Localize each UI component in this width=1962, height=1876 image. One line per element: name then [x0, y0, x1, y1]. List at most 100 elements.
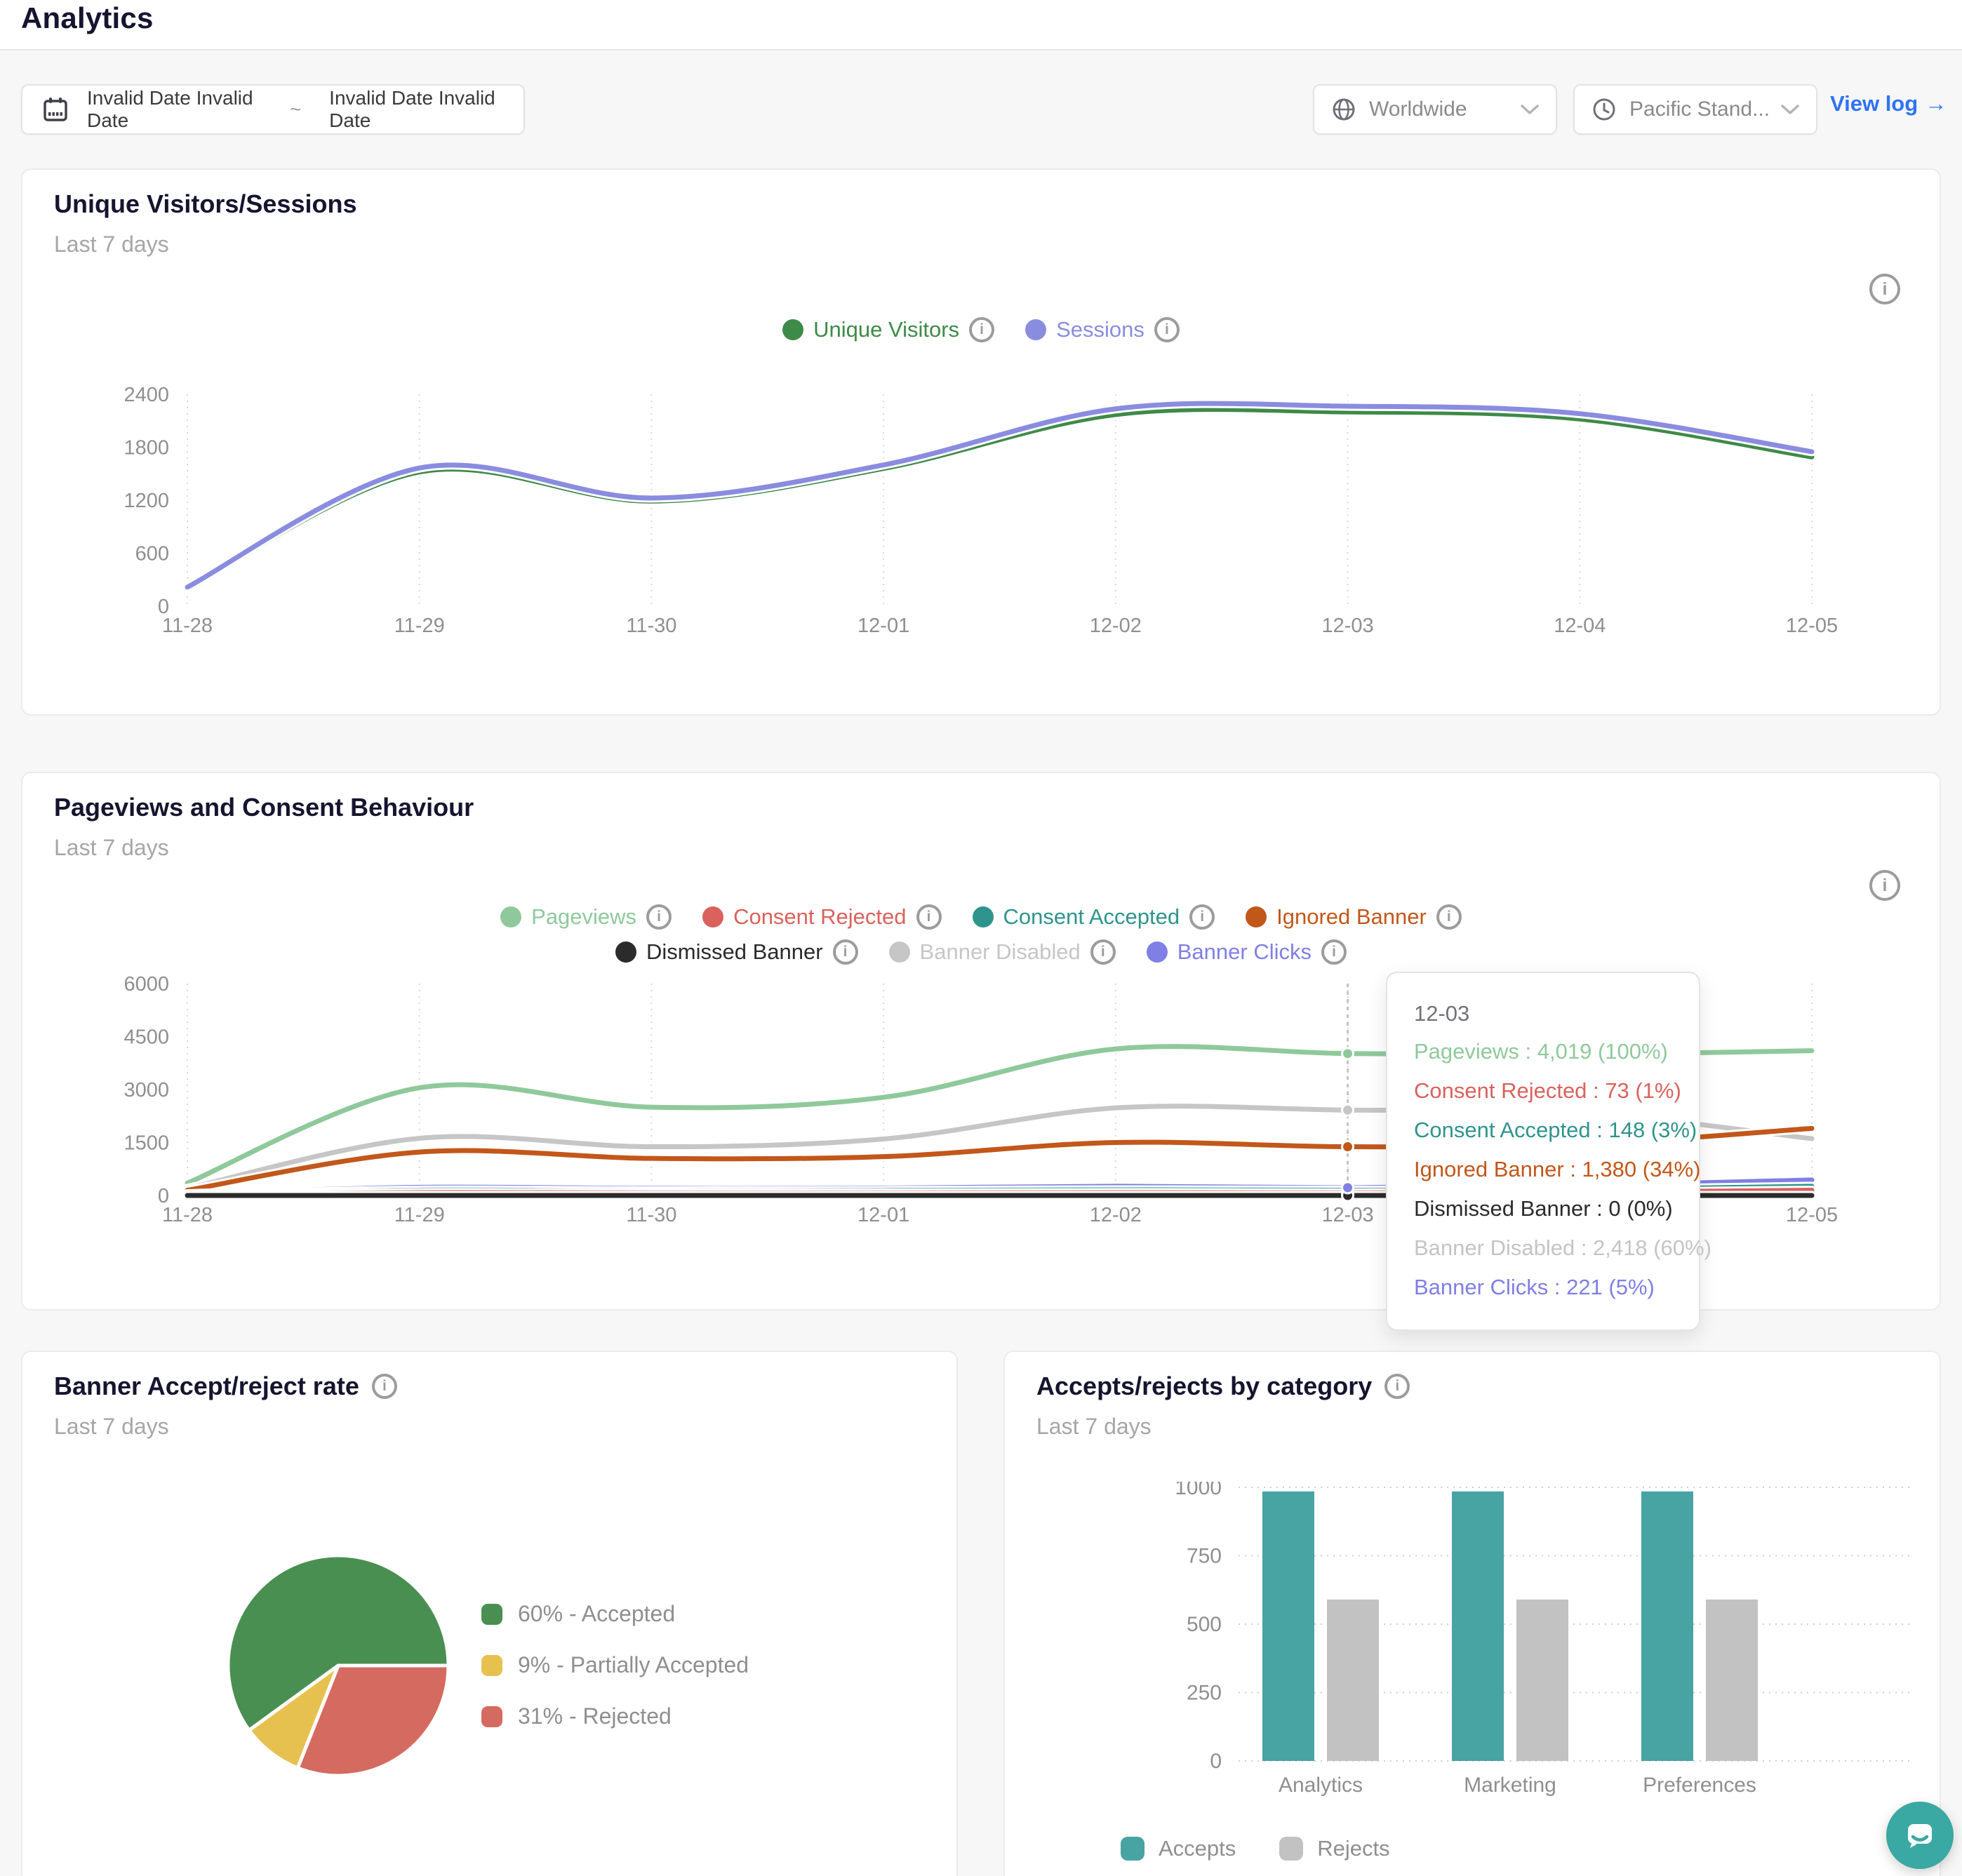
date-range-picker[interactable]: Invalid Date Invalid Date ~ Invalid Date…	[21, 84, 525, 135]
legend-label: 31% - Rejected	[518, 1703, 672, 1729]
svg-text:500: 500	[1187, 1613, 1222, 1636]
legend-item-consent-rejected[interactable]: Consent Rejectedi	[702, 904, 941, 930]
svg-text:0: 0	[1210, 1750, 1222, 1773]
legend-item-pageviews[interactable]: Pageviews i	[500, 904, 672, 930]
svg-text:11-29: 11-29	[394, 615, 445, 637]
legend-label: Ignored Banner	[1276, 904, 1427, 930]
info-icon[interactable]: i	[1090, 939, 1116, 965]
bar-legend-item-rejects[interactable]: Rejects	[1279, 1836, 1389, 1861]
region-select[interactable]: Worldwide	[1313, 84, 1557, 135]
legend-item-banner-disabled[interactable]: Banner Disabledi	[889, 939, 1116, 965]
legend-swatch	[1279, 1837, 1303, 1861]
info-icon[interactable]: i	[916, 904, 942, 930]
svg-text:12-01: 12-01	[857, 1204, 909, 1226]
tooltip-date: 12-03	[1414, 996, 1672, 1032]
header-bar	[0, 0, 1962, 50]
svg-text:1200: 1200	[124, 490, 169, 512]
timezone-select[interactable]: Pacific Stand...	[1573, 84, 1817, 135]
svg-text:6000: 6000	[124, 973, 169, 996]
chart-tooltip: 12-03 Pageviews : 4,019 (100%)Consent Re…	[1386, 972, 1700, 1331]
svg-text:3000: 3000	[124, 1079, 169, 1101]
legend-label: Rejects	[1317, 1836, 1389, 1861]
info-icon[interactable]: i	[646, 904, 672, 930]
info-icon[interactable]: i	[969, 317, 994, 342]
legend-swatch	[481, 1655, 502, 1676]
pie-legend-item-partially-accepted: 9% - Partially Accepted	[481, 1652, 749, 1678]
chat-bubble-icon	[1902, 1818, 1937, 1853]
info-icon[interactable]: i	[372, 1374, 397, 1399]
tooltip-row: Banner Clicks : 221 (5%)	[1414, 1268, 1672, 1307]
legend-dot	[889, 942, 910, 963]
svg-text:11-28: 11-28	[162, 1204, 213, 1226]
legend-label: Dismissed Banner	[646, 939, 823, 965]
legend-dot	[973, 906, 994, 927]
legend-dot	[1147, 942, 1168, 963]
legend-dot	[1246, 906, 1267, 927]
legend-label: 9% - Partially Accepted	[518, 1652, 749, 1678]
svg-text:12-03: 12-03	[1321, 1204, 1373, 1226]
info-icon[interactable]: i	[1321, 939, 1347, 965]
svg-text:Analytics: Analytics	[1279, 1774, 1363, 1797]
view-log-link[interactable]: View log →	[1830, 91, 1947, 116]
legend-item-dismissed-banner[interactable]: Dismissed Banner i	[615, 939, 858, 965]
bar-legend-item-accepts[interactable]: Accepts	[1121, 1836, 1236, 1861]
legend-swatch	[1121, 1837, 1144, 1861]
timezone-select-value: Pacific Stand...	[1629, 98, 1768, 121]
svg-text:12-02: 12-02	[1090, 615, 1142, 637]
bar-legend: Accepts Rejects	[1121, 1836, 1390, 1861]
svg-text:12-05: 12-05	[1786, 1204, 1838, 1226]
svg-text:11-29: 11-29	[394, 1204, 445, 1226]
chevron-down-icon	[1521, 104, 1539, 115]
svg-text:Marketing: Marketing	[1464, 1774, 1556, 1797]
svg-text:11-30: 11-30	[626, 615, 676, 637]
date-range-end: Invalid Date Invalid Date	[329, 87, 504, 132]
chat-widget-button[interactable]	[1886, 1802, 1954, 1869]
card-unique-visitors-sessions: Unique Visitors/Sessions Last 7 days i U…	[21, 168, 1941, 716]
info-icon[interactable]: i	[1384, 1374, 1410, 1399]
date-range-start: Invalid Date Invalid Date	[87, 87, 262, 132]
tooltip-row: Banner Disabled : 2,418 (60%)	[1414, 1228, 1672, 1268]
pie-legend-item-accepted: 60% - Accepted	[481, 1601, 749, 1627]
card-subtitle: Last 7 days	[54, 232, 169, 257]
svg-text:750: 750	[1187, 1545, 1222, 1568]
svg-text:12-01: 12-01	[857, 615, 909, 637]
chevron-down-icon	[1781, 104, 1799, 115]
legend-label: Pageviews	[531, 904, 636, 930]
tooltip-row: Dismissed Banner : 0 (0%)	[1414, 1189, 1672, 1228]
svg-text:12-05: 12-05	[1786, 615, 1838, 637]
svg-text:11-30: 11-30	[626, 1204, 676, 1226]
info-icon[interactable]: i	[833, 939, 858, 965]
legend-label: Banner Clicks	[1177, 939, 1312, 965]
info-icon[interactable]: i	[1869, 870, 1900, 901]
legend-label: Unique Visitors	[813, 317, 959, 342]
svg-text:11-28: 11-28	[162, 615, 213, 637]
legend-dot	[782, 319, 803, 340]
card-subtitle: Last 7 days	[54, 1414, 169, 1440]
globe-icon	[1331, 97, 1356, 122]
visitors-sessions-line-chart[interactable]: 11-28 11-29 11-30 12-01 12-02 12-03 12-04 12-05…	[22, 377, 1942, 657]
svg-text:12-04: 12-04	[1554, 615, 1606, 637]
info-icon[interactable]: i	[1436, 904, 1462, 930]
tooltip-row: Consent Rejected : 73 (1%)	[1414, 1071, 1672, 1111]
legend-item-ignored-banner[interactable]: Ignored Banner i	[1246, 904, 1462, 930]
info-icon[interactable]: i	[1189, 904, 1215, 930]
svg-text:12-03: 12-03	[1321, 615, 1373, 637]
legend-item-sessions[interactable]: Sessionsi	[1025, 317, 1180, 342]
legend-item-banner-clicks[interactable]: Banner Clicks i	[1147, 939, 1347, 965]
chart-legend: PageviewsiConsent RejectediConsent Accep…	[22, 901, 1940, 968]
card-title: Pageviews and Consent Behaviour	[54, 793, 474, 822]
pie-legend: 60% - Accepted 9% - Partially Accepted 31%…	[481, 1601, 749, 1729]
legend-label: Accepts	[1159, 1836, 1236, 1861]
info-icon[interactable]: i	[1869, 274, 1900, 304]
view-log-label: View log	[1830, 91, 1918, 116]
legend-item-unique-visitors[interactable]: Unique Visitors i	[782, 317, 994, 342]
card-title: Unique Visitors/Sessions	[54, 189, 356, 219]
legend-swatch	[481, 1604, 502, 1625]
info-icon[interactable]: i	[1154, 317, 1180, 342]
clock-icon	[1591, 97, 1617, 122]
legend-item-consent-accepted[interactable]: Consent Acceptedi	[973, 904, 1215, 930]
category-bar-chart[interactable]: 02505007501000AnalyticsMarketingPreferen…	[1005, 1482, 1942, 1833]
pie-legend-item-rejected: 31% - Rejected	[481, 1703, 749, 1729]
svg-text:Preferences: Preferences	[1643, 1774, 1756, 1797]
svg-text:1800: 1800	[124, 437, 169, 460]
